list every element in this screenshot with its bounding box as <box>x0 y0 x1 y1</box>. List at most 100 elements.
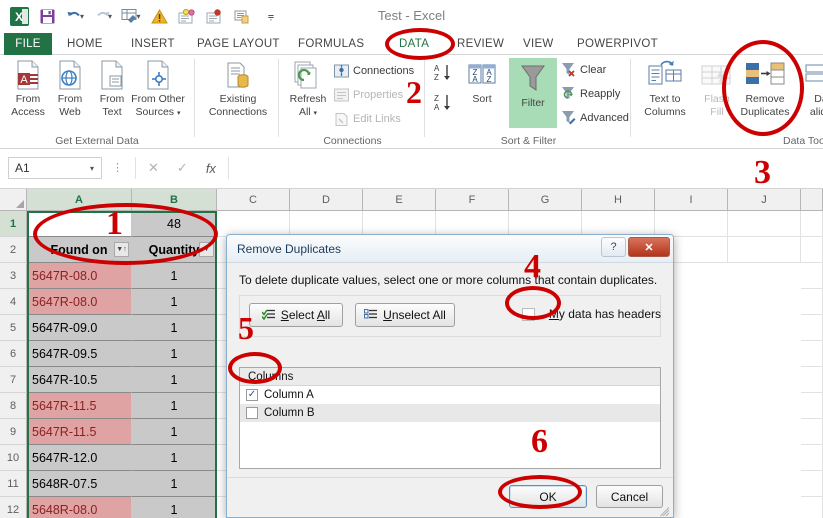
cell-k12[interactable] <box>801 497 823 518</box>
cell-b9[interactable]: 1 <box>132 419 217 445</box>
column-header-h[interactable]: H <box>582 189 655 211</box>
cell-a5[interactable]: 5647R-09.0 <box>27 315 132 341</box>
format-painter-dropdown-icon[interactable]: ▾ <box>136 12 140 21</box>
cell-b8[interactable]: 1 <box>132 393 217 419</box>
select-all-corner[interactable] <box>0 189 27 211</box>
row-header-8[interactable]: 8 <box>0 393 27 419</box>
name-box[interactable]: A1 ▾ <box>8 157 102 179</box>
dialog-close-button[interactable]: ✕ <box>628 237 670 257</box>
row-header-4[interactable]: 4 <box>0 289 27 315</box>
cell-b12[interactable]: 1 <box>132 497 217 518</box>
formula-bar-grip[interactable]: ⋮ <box>112 161 123 174</box>
undo-icon[interactable]: ▾ <box>62 4 88 29</box>
column-header-e[interactable]: E <box>363 189 436 211</box>
sort-button[interactable]: ZAAZ Sort <box>459 58 505 105</box>
row-header-2[interactable]: 2 <box>0 237 27 263</box>
columns-list-item-a[interactable]: Column A <box>240 386 660 404</box>
advanced-filter-button[interactable]: Advanced <box>560 107 629 128</box>
cell-b2[interactable]: Quantity ▼ <box>132 237 217 263</box>
cell-b10[interactable]: 1 <box>132 445 217 471</box>
column-header-k[interactable] <box>801 189 823 211</box>
cell-b5[interactable]: 1 <box>132 315 217 341</box>
tab-file[interactable]: FILE <box>4 33 52 55</box>
my-data-has-headers-checkbox[interactable] <box>522 308 535 321</box>
formula-input[interactable] <box>240 157 815 179</box>
cell-a10[interactable]: 5647R-12.0 <box>27 445 132 471</box>
column-header-g[interactable]: G <box>509 189 582 211</box>
row-header-1[interactable]: 1 <box>0 211 27 237</box>
cell-j1[interactable] <box>728 211 801 237</box>
column-header-b[interactable]: B <box>132 189 217 211</box>
row-header-7[interactable]: 7 <box>0 367 27 393</box>
tab-review[interactable]: REVIEW <box>448 33 513 55</box>
row-header-11[interactable]: 11 <box>0 471 27 497</box>
cell-k5[interactable] <box>801 315 823 341</box>
cell-b6[interactable]: 1 <box>132 341 217 367</box>
cell-a9[interactable]: 5647R-11.5 <box>27 419 132 445</box>
column-header-i[interactable]: I <box>655 189 728 211</box>
redo-dropdown-icon[interactable]: ▾ <box>108 12 112 21</box>
sort-a-to-z-button[interactable]: AZ <box>431 61 455 85</box>
from-other-sources-dropdown-icon[interactable]: ▾ <box>177 110 181 117</box>
sort-z-to-a-button[interactable]: ZA <box>431 91 455 115</box>
row-header-12[interactable]: 12 <box>0 497 27 518</box>
cell-j2[interactable] <box>728 237 801 263</box>
cell-a6[interactable]: 5647R-09.5 <box>27 341 132 367</box>
connections-button[interactable]: Connections <box>333 60 414 81</box>
tab-view[interactable]: VIEW <box>514 33 563 55</box>
redo-icon[interactable]: ▾ <box>90 4 116 29</box>
cell-k8[interactable] <box>801 393 823 419</box>
cancel-button[interactable]: Cancel <box>596 485 663 508</box>
new-comment-icon[interactable] <box>174 4 200 29</box>
text-to-columns-button[interactable]: Text to Columns <box>637 58 693 118</box>
cell-k1[interactable] <box>801 211 823 237</box>
undo-dropdown-icon[interactable]: ▾ <box>80 12 84 21</box>
name-box-dropdown-icon[interactable]: ▾ <box>90 164 94 173</box>
cell-b11[interactable]: 1 <box>132 471 217 497</box>
tab-home[interactable]: HOME <box>58 33 112 55</box>
row-header-6[interactable]: 6 <box>0 341 27 367</box>
dialog-resize-grip[interactable] <box>660 504 670 517</box>
existing-connections-button[interactable]: Existing Connections <box>198 58 278 118</box>
column-b-checkbox[interactable] <box>246 407 258 419</box>
cell-a11[interactable]: 5648R-07.5 <box>27 471 132 497</box>
unselect-all-button[interactable]: Unselect All <box>355 303 455 327</box>
select-all-button[interactable]: Select All <box>249 303 343 327</box>
insert-function-icon[interactable]: fx <box>206 161 216 176</box>
warning-icon[interactable] <box>146 4 172 29</box>
data-validation-button[interactable]: Da alida <box>801 58 823 118</box>
row-header-3[interactable]: 3 <box>0 263 27 289</box>
column-header-j[interactable]: J <box>728 189 801 211</box>
refresh-all-dropdown-icon[interactable]: ▾ <box>314 110 318 117</box>
tab-page-layout[interactable]: PAGE LAYOUT <box>188 33 289 55</box>
cell-b7[interactable]: 1 <box>132 367 217 393</box>
cell-k9[interactable] <box>801 419 823 445</box>
cell-k10[interactable] <box>801 445 823 471</box>
row-header-9[interactable]: 9 <box>0 419 27 445</box>
row-header-5[interactable]: 5 <box>0 315 27 341</box>
save-icon[interactable] <box>34 4 60 29</box>
cancel-formula-icon[interactable]: ✕ <box>148 160 159 176</box>
filter-dropdown-b[interactable]: ▼ <box>199 242 214 257</box>
filter-button[interactable]: Filter <box>509 58 557 128</box>
cell-b3[interactable]: 1 <box>132 263 217 289</box>
tab-insert[interactable]: INSERT <box>122 33 184 55</box>
tab-data[interactable]: DATA <box>390 33 439 55</box>
cell-a4[interactable]: 5647R-08.0 <box>27 289 132 315</box>
column-header-c[interactable]: C <box>217 189 290 211</box>
columns-list-item-b[interactable]: Column B <box>240 404 660 422</box>
copy-sheet-icon[interactable] <box>230 4 256 29</box>
cell-b1[interactable]: 48 <box>132 211 217 237</box>
row-header-10[interactable]: 10 <box>0 445 27 471</box>
ok-button[interactable]: OK <box>509 485 587 508</box>
column-header-d[interactable]: D <box>290 189 363 211</box>
reapply-filter-button[interactable]: Reapply <box>560 83 620 104</box>
column-header-f[interactable]: F <box>436 189 509 211</box>
dialog-help-button[interactable]: ? <box>601 237 626 257</box>
enter-formula-icon[interactable]: ✓ <box>177 160 188 176</box>
record-icon[interactable] <box>202 4 228 29</box>
filter-dropdown-a[interactable]: ▼↑ <box>114 242 129 257</box>
cell-k6[interactable] <box>801 341 823 367</box>
customize-qat-icon[interactable]: ⩦ <box>258 4 284 29</box>
columns-listbox[interactable]: Columns Column A Column B <box>239 367 661 469</box>
